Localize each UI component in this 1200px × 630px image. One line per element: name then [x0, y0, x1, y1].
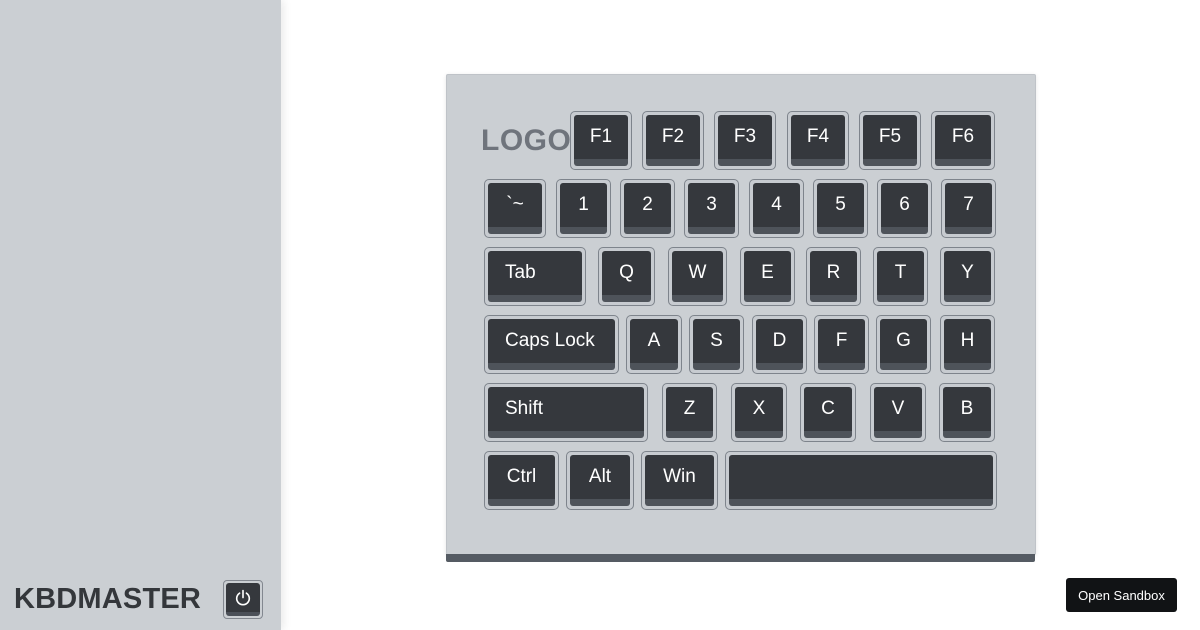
key-label: 2: [624, 183, 671, 234]
key-label: Alt: [570, 455, 630, 506]
key-label: Shift: [488, 387, 644, 438]
key-label: 7: [945, 183, 992, 234]
key-label: X: [735, 387, 783, 438]
key-label: F2: [646, 115, 700, 166]
key-y[interactable]: Y: [940, 247, 995, 306]
key-label: W: [672, 251, 723, 302]
key-label: Q: [602, 251, 651, 302]
key-7[interactable]: 7: [941, 179, 996, 238]
key-tab[interactable]: Tab: [484, 247, 586, 306]
power-button-cap: [226, 583, 260, 616]
key-label: D: [756, 319, 803, 370]
keyboard-logo: LOGO: [481, 124, 572, 157]
key-shift[interactable]: Shift: [484, 383, 648, 442]
key-label: 6: [881, 183, 928, 234]
key-z[interactable]: Z: [662, 383, 717, 442]
power-button[interactable]: [223, 580, 263, 619]
key-label: V: [874, 387, 922, 438]
key-label: `~: [488, 183, 542, 234]
key-d[interactable]: D: [752, 315, 807, 374]
key-4[interactable]: 4: [749, 179, 804, 238]
key-label: H: [944, 319, 991, 370]
key-label: Caps Lock: [488, 319, 615, 370]
key-label: F5: [863, 115, 917, 166]
key-label: Win: [645, 455, 714, 506]
key-backtick[interactable]: `~: [484, 179, 546, 238]
key-6[interactable]: 6: [877, 179, 932, 238]
key-3[interactable]: 3: [684, 179, 739, 238]
key-a[interactable]: A: [626, 315, 682, 374]
key-label: F1: [574, 115, 628, 166]
key-alt[interactable]: Alt: [566, 451, 634, 510]
key-label: Ctrl: [488, 455, 555, 506]
key-e[interactable]: E: [740, 247, 795, 306]
key-f6[interactable]: F6: [931, 111, 995, 170]
key-w[interactable]: W: [668, 247, 727, 306]
key-r[interactable]: R: [806, 247, 861, 306]
key-g[interactable]: G: [876, 315, 931, 374]
key-label: G: [880, 319, 927, 370]
key-f4[interactable]: F4: [787, 111, 849, 170]
brand-title: KBDMASTER: [14, 583, 202, 615]
key-label: C: [804, 387, 852, 438]
keyboard-base: [446, 554, 1035, 562]
key-1[interactable]: 1: [556, 179, 611, 238]
key-label: [729, 455, 993, 506]
key-label: B: [943, 387, 991, 438]
key-caps-lock[interactable]: Caps Lock: [484, 315, 619, 374]
key-label: Y: [944, 251, 991, 302]
key-label: T: [877, 251, 924, 302]
sidebar: KBDMASTER: [0, 0, 281, 630]
key-v[interactable]: V: [870, 383, 926, 442]
key-label: Z: [666, 387, 713, 438]
key-label: S: [693, 319, 740, 370]
key-label: 4: [753, 183, 800, 234]
key-label: 5: [817, 183, 864, 234]
key-h[interactable]: H: [940, 315, 995, 374]
key-f1[interactable]: F1: [570, 111, 632, 170]
key-ctrl[interactable]: Ctrl: [484, 451, 559, 510]
key-label: R: [810, 251, 857, 302]
key-s[interactable]: S: [689, 315, 744, 374]
key-label: F6: [935, 115, 991, 166]
key-5[interactable]: 5: [813, 179, 868, 238]
key-b[interactable]: B: [939, 383, 995, 442]
key-label: A: [630, 319, 678, 370]
key-x[interactable]: X: [731, 383, 787, 442]
key-space[interactable]: [725, 451, 997, 510]
key-f5[interactable]: F5: [859, 111, 921, 170]
key-win[interactable]: Win: [641, 451, 718, 510]
key-label: F3: [718, 115, 772, 166]
key-t[interactable]: T: [873, 247, 928, 306]
key-c[interactable]: C: [800, 383, 856, 442]
key-label: 3: [688, 183, 735, 234]
key-f2[interactable]: F2: [642, 111, 704, 170]
key-2[interactable]: 2: [620, 179, 675, 238]
key-q[interactable]: Q: [598, 247, 655, 306]
key-f[interactable]: F: [814, 315, 869, 374]
key-f3[interactable]: F3: [714, 111, 776, 170]
key-label: Tab: [488, 251, 582, 302]
key-label: 1: [560, 183, 607, 234]
power-icon: [235, 589, 251, 606]
key-label: E: [744, 251, 791, 302]
key-label: F: [818, 319, 865, 370]
key-label: F4: [791, 115, 845, 166]
open-sandbox-button[interactable]: Open Sandbox: [1066, 578, 1177, 612]
